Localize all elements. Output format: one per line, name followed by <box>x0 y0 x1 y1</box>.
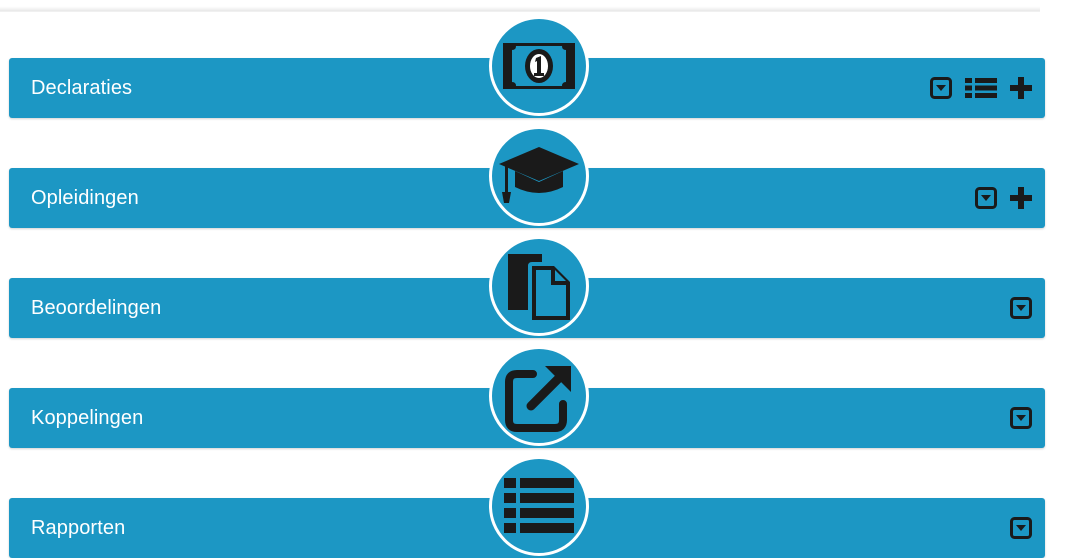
graduation-cap-icon <box>499 147 579 203</box>
section-title: Declaraties <box>31 77 133 99</box>
collapse-toggle-icon[interactable] <box>1010 407 1032 429</box>
section-actions <box>930 58 1032 118</box>
money-bill-icon <box>503 43 575 89</box>
plus-icon[interactable] <box>1010 77 1032 99</box>
section-badge-opleidingen[interactable] <box>489 126 589 226</box>
section-actions <box>1010 498 1032 558</box>
section-koppelingen: Koppelingen <box>0 330 1066 448</box>
collapse-toggle-icon[interactable] <box>930 77 952 99</box>
section-beoordelingen: Beoordelingen <box>0 220 1066 338</box>
section-declaraties: Declaraties <box>0 0 1066 118</box>
section-title: Beoordelingen <box>31 297 162 319</box>
section-badge-declaraties[interactable] <box>489 16 589 116</box>
section-title: Opleidingen <box>31 187 139 209</box>
copy-documents-icon <box>508 254 570 320</box>
section-title: Rapporten <box>31 517 126 539</box>
collapse-toggle-icon[interactable] <box>1010 297 1032 319</box>
collapse-toggle-icon[interactable] <box>975 187 997 209</box>
list-icon <box>504 478 574 533</box>
section-actions <box>975 168 1032 228</box>
section-actions <box>1010 388 1032 448</box>
section-title: Koppelingen <box>31 407 144 429</box>
section-rapporten: Rapporten <box>0 440 1066 558</box>
section-actions <box>1010 278 1032 338</box>
section-badge-koppelingen[interactable] <box>489 346 589 446</box>
collapse-toggle-icon[interactable] <box>1010 517 1032 539</box>
list-icon[interactable] <box>965 77 997 99</box>
section-opleidingen: Opleidingen <box>0 110 1066 228</box>
plus-icon[interactable] <box>1010 187 1032 209</box>
external-link-icon <box>505 366 571 432</box>
section-badge-beoordelingen[interactable] <box>489 236 589 336</box>
section-badge-rapporten[interactable] <box>489 456 589 556</box>
